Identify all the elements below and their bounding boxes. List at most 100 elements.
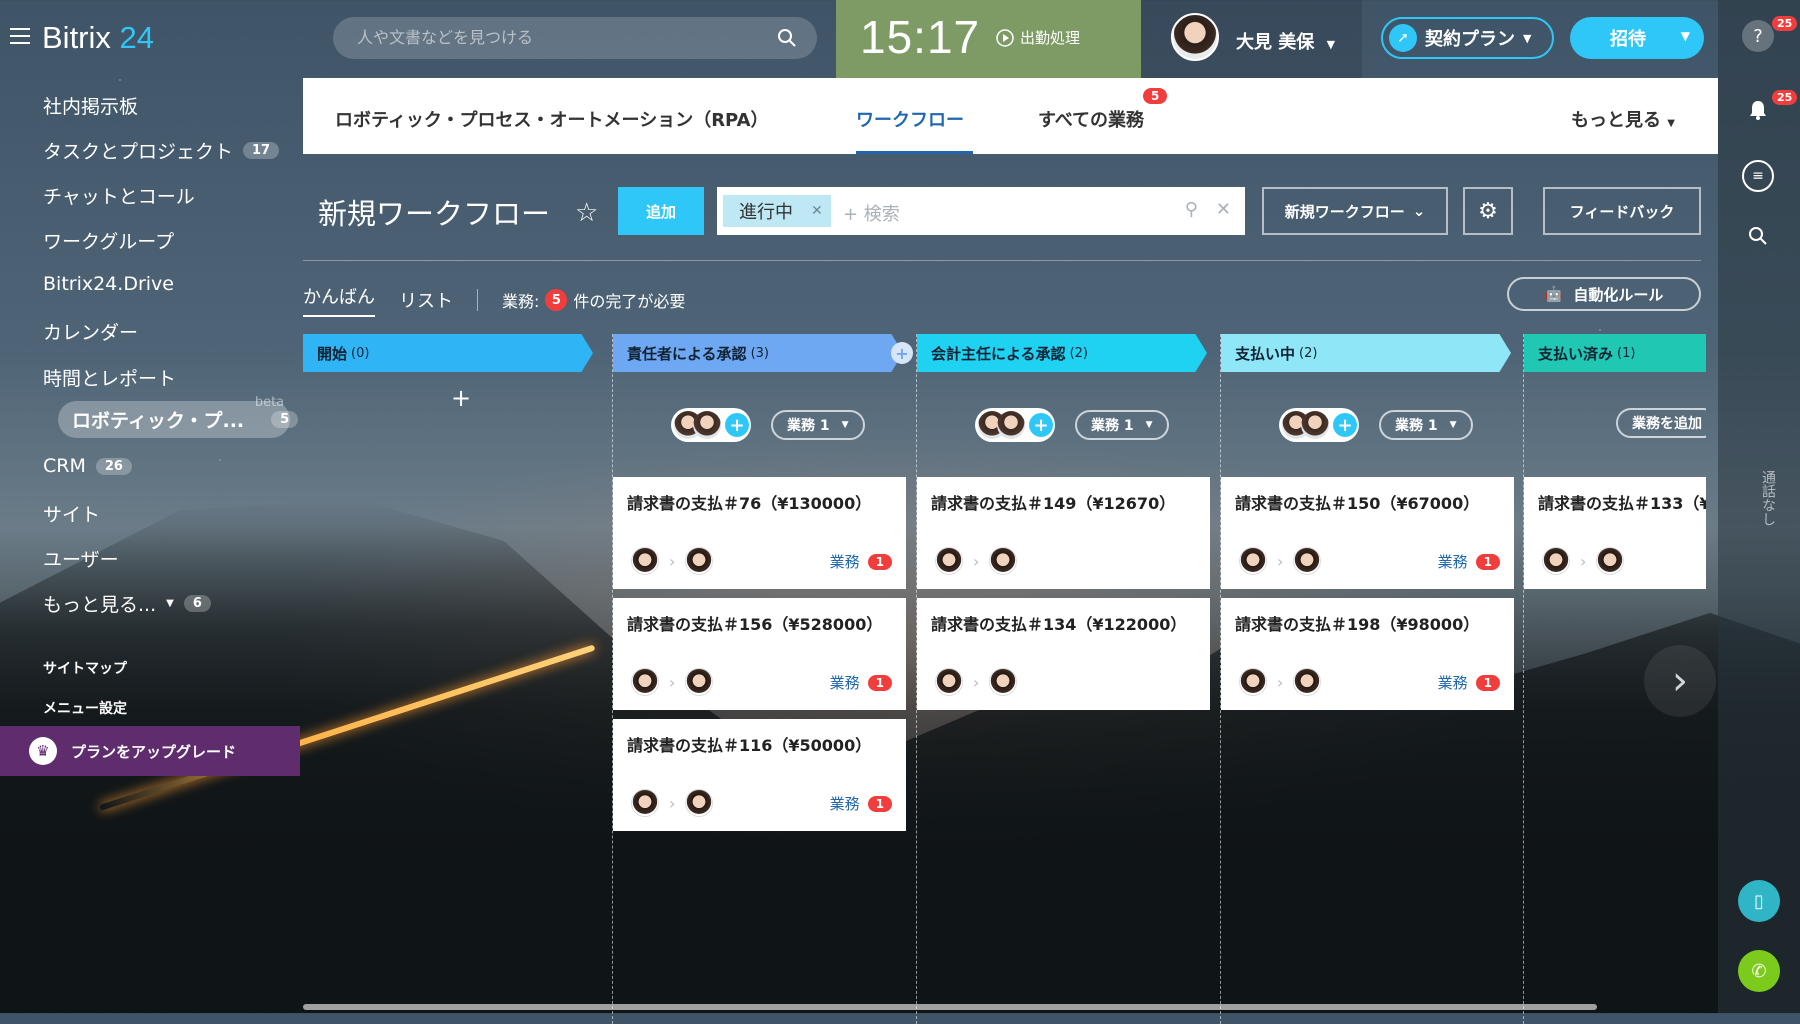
add-task-pill[interactable]: 業務を追加	[1616, 408, 1706, 438]
search-icon[interactable]: ⚲	[1185, 199, 1198, 220]
avatar[interactable]	[1171, 13, 1219, 61]
phone-icon[interactable]: ✆	[1738, 950, 1780, 992]
add-item-icon[interactable]: +	[451, 384, 471, 412]
avatar[interactable]	[631, 547, 659, 575]
sidebar-item-sites[interactable]: サイト	[43, 500, 100, 527]
column-header[interactable]: 責任者による承認 (3)	[613, 334, 903, 372]
menu-icon[interactable]	[10, 28, 30, 44]
avatar[interactable]	[631, 789, 659, 817]
sidebar-item-drive[interactable]: Bitrix24.Drive	[43, 273, 174, 295]
gear-icon[interactable]: ⚙	[1463, 187, 1513, 235]
task-pill[interactable]: 業務 1 ▼	[1379, 410, 1473, 440]
filter-placeholder[interactable]: + 検索	[843, 200, 900, 226]
kanban-card[interactable]: 請求書の支払＃133（¥ ›	[1524, 477, 1706, 589]
bell-icon[interactable]	[1742, 94, 1774, 126]
add-column-icon[interactable]: +	[891, 342, 913, 364]
sidebar-item-rpa[interactable]: ロボティック・プ... beta 5	[29, 395, 299, 438]
add-user-icon[interactable]: +	[1029, 413, 1053, 437]
sidebar-item-time-reports[interactable]: 時間とレポート	[43, 364, 176, 391]
menu-settings-link[interactable]: メニュー設定	[43, 698, 127, 718]
global-search[interactable]	[333, 17, 817, 59]
column-header[interactable]: 支払い済み (1)	[1524, 334, 1706, 372]
card-task-link[interactable]: 業務 1	[830, 551, 892, 572]
search-input[interactable]	[355, 27, 759, 48]
scroll-right-arrow-icon[interactable]: ›	[1644, 645, 1716, 717]
add-user-icon[interactable]: +	[725, 413, 749, 437]
chevron-down-icon[interactable]: ▼	[1681, 29, 1690, 43]
column-header[interactable]: 開始 (0)	[303, 334, 593, 372]
task-pill[interactable]: 業務 1 ▼	[1075, 410, 1169, 440]
sidebar-item-users[interactable]: ユーザー	[43, 545, 119, 572]
tab-all-tasks[interactable]: すべての業務	[1038, 106, 1144, 132]
avatar[interactable]	[1239, 668, 1267, 696]
upgrade-plan-button[interactable]: ♛ プランをアップグレード	[0, 726, 300, 776]
search-icon[interactable]	[1742, 220, 1774, 252]
device-icon[interactable]: ▯	[1738, 880, 1780, 922]
logo[interactable]: Bitrix 24	[42, 20, 154, 56]
search-icon[interactable]	[777, 28, 797, 48]
kanban-card[interactable]: 請求書の支払＃198（¥98000） › 業務 1	[1221, 598, 1514, 710]
card-task-link[interactable]: 業務 1	[1438, 672, 1500, 693]
time-widget[interactable]: 15:17 出勤処理	[836, 0, 1141, 78]
feedback-button[interactable]: フィードバック	[1543, 187, 1701, 235]
sidebar-item-feed[interactable]: 社内掲示板	[43, 92, 138, 119]
avatar[interactable]	[1293, 547, 1322, 575]
sidebar-item-workgroups[interactable]: ワークグループ	[43, 227, 174, 254]
card-task-link[interactable]: 業務 1	[1438, 551, 1500, 572]
column-header[interactable]: 会計主任による承認 (2)	[917, 334, 1207, 372]
sidebar-item-crm[interactable]: CRM 26	[43, 455, 132, 477]
avatar-group[interactable]: +	[671, 408, 751, 442]
sidebar-item-more[interactable]: もっと見る... ▼ 6	[43, 590, 211, 617]
tab-more[interactable]: もっと見る ▼	[1571, 106, 1675, 132]
tab-workflow[interactable]: ワークフロー	[856, 106, 964, 132]
avatar[interactable]	[935, 668, 963, 696]
kanban-card[interactable]: 請求書の支払＃150（¥67000） › 業務 1	[1221, 477, 1514, 589]
view-list[interactable]: リスト	[399, 287, 453, 313]
sidebar-item-chat[interactable]: チャットとコール	[43, 182, 195, 209]
activity-stream-icon[interactable]: ≡	[1742, 160, 1774, 192]
tab-rpa[interactable]: ロボティック・プロセス・オートメーション（RPA）	[335, 106, 769, 132]
avatar[interactable]	[685, 668, 714, 696]
column-header[interactable]: 支払い中 (2)	[1221, 334, 1511, 372]
help-icon[interactable]: ?	[1742, 20, 1774, 52]
invite-button[interactable]: 招待 ▼	[1570, 17, 1704, 59]
task-pill[interactable]: 業務 1 ▼	[771, 410, 865, 440]
sidebar-item-tasks[interactable]: タスクとプロジェクト 17	[43, 137, 280, 164]
sidebar-item-calendar[interactable]: カレンダー	[43, 318, 138, 345]
add-button[interactable]: 追加	[618, 187, 704, 235]
avatar[interactable]	[1596, 547, 1625, 575]
user-name[interactable]: 大見 美保 ▼	[1236, 28, 1335, 54]
avatar[interactable]	[1239, 547, 1267, 575]
view-kanban[interactable]: かんばん	[303, 283, 375, 317]
avatar[interactable]	[1542, 547, 1570, 575]
avatar-group[interactable]: +	[1279, 408, 1359, 442]
horizontal-scrollbar[interactable]	[303, 1004, 1597, 1010]
avatar[interactable]	[989, 668, 1018, 696]
card-task-link[interactable]: 業務 1	[830, 672, 892, 693]
sitemap-link[interactable]: サイトマップ	[43, 658, 127, 678]
star-icon[interactable]: ☆	[575, 198, 598, 228]
avatar[interactable]	[685, 547, 714, 575]
avatar[interactable]	[989, 547, 1018, 575]
clear-icon[interactable]: ✕	[1216, 199, 1231, 220]
avatar[interactable]	[1293, 668, 1322, 696]
kanban-card[interactable]: 請求書の支払＃134（¥122000） ›	[917, 598, 1210, 710]
kanban-card[interactable]: 請求書の支払＃116（¥50000） › 業務 1	[613, 719, 906, 831]
user-menu[interactable]: 大見 美保 ▼	[1141, 0, 1362, 78]
avatar[interactable]	[935, 547, 963, 575]
tasks-required[interactable]: 業務: 5 件の完了が必要	[502, 288, 685, 312]
card-task-link[interactable]: 業務 1	[830, 793, 892, 814]
avatar[interactable]	[631, 668, 659, 696]
kanban-card[interactable]: 請求書の支払＃76（¥130000） › 業務 1	[613, 477, 906, 589]
plan-button[interactable]: ➚ 契約プラン ▼	[1381, 17, 1554, 59]
new-workflow-dropdown[interactable]: 新規ワークフロー ⌄	[1262, 187, 1448, 235]
filter-chip[interactable]: 進行中 ✕	[723, 195, 831, 227]
clock-in-button[interactable]: 出勤処理	[996, 27, 1080, 48]
close-icon[interactable]: ✕	[811, 203, 823, 219]
filter-search[interactable]: 進行中 ✕ + 検索 ⚲ ✕	[717, 187, 1245, 235]
avatar[interactable]	[685, 789, 714, 817]
automation-rules-button[interactable]: 🤖 自動化ルール	[1507, 277, 1701, 311]
avatar-group[interactable]: +	[975, 408, 1055, 442]
kanban-card[interactable]: 請求書の支払＃149（¥12670） ›	[917, 477, 1210, 589]
add-user-icon[interactable]: +	[1333, 413, 1357, 437]
